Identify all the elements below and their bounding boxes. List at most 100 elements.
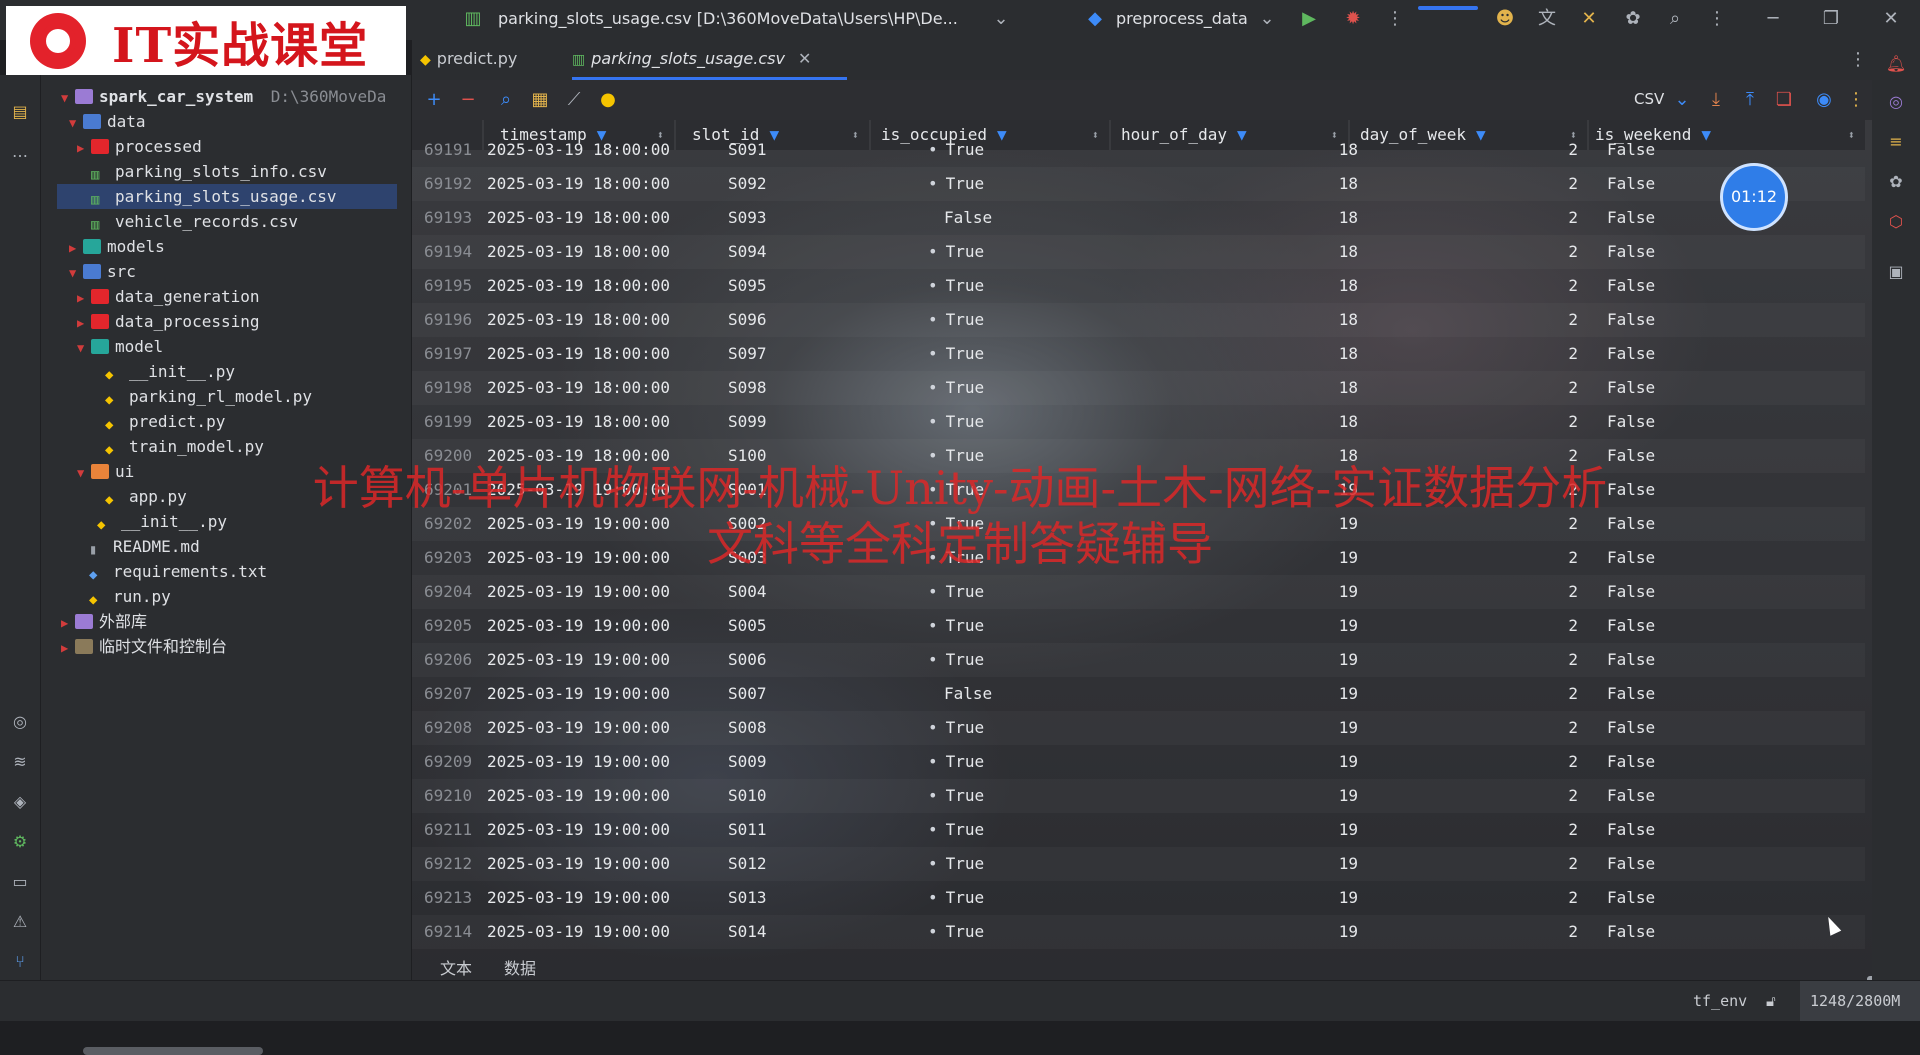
- timestamp-cell[interactable]: 2025-03-19 19:00:00: [487, 541, 670, 575]
- hour-of-day-cell[interactable]: 19: [1322, 881, 1358, 915]
- is-occupied-cell[interactable]: • True: [928, 269, 984, 303]
- timestamp-cell[interactable]: 2025-03-19 19:00:00: [487, 677, 670, 711]
- slot-id-cell[interactable]: S096: [728, 303, 767, 337]
- day-of-week-cell[interactable]: 2: [1562, 541, 1578, 575]
- table-row[interactable]: 69191 2025-03-19 18:00:00 S091 • True 18 2 Fals…: [412, 133, 1865, 167]
- is-weekend-cell[interactable]: False: [1607, 405, 1655, 439]
- search-icon[interactable]: ⌕: [1664, 8, 1686, 30]
- tree-item-model-init[interactable]: ◆ __init__.py: [105, 359, 235, 384]
- slot-id-cell[interactable]: S005: [728, 609, 767, 643]
- chevron-down-icon[interactable]: ⌄: [990, 8, 1012, 30]
- search-icon[interactable]: ⌕: [494, 88, 518, 112]
- row-number-cell[interactable]: 69206: [424, 643, 472, 677]
- day-of-week-cell[interactable]: 2: [1562, 711, 1578, 745]
- terminal-icon[interactable]: ▭: [8, 870, 32, 894]
- hour-of-day-cell[interactable]: 19: [1322, 575, 1358, 609]
- is-occupied-cell[interactable]: • True: [928, 235, 984, 269]
- notifications-icon[interactable]: 🔔︎: [1884, 52, 1908, 76]
- timestamp-cell[interactable]: 2025-03-19 18:00:00: [487, 405, 670, 439]
- is-occupied-cell[interactable]: • True: [928, 847, 984, 881]
- table-row[interactable]: 69207 2025-03-19 19:00:00 S007 False 19 2 Fals…: [412, 677, 1865, 711]
- columns-icon[interactable]: ▦: [528, 88, 552, 112]
- tree-item-vehicle-records[interactable]: ▥ vehicle_records.csv: [91, 209, 298, 234]
- day-of-week-cell[interactable]: 2: [1562, 337, 1578, 371]
- hour-of-day-cell[interactable]: 18: [1322, 337, 1358, 371]
- is-weekend-cell[interactable]: False: [1607, 371, 1655, 405]
- table-row[interactable]: 69210 2025-03-19 19:00:00 S010 • True 19 2 Fals…: [412, 779, 1865, 813]
- is-weekend-cell[interactable]: False: [1607, 133, 1655, 167]
- is-weekend-cell[interactable]: False: [1607, 813, 1655, 847]
- tree-item-ui[interactable]: ▼ ui: [77, 459, 134, 484]
- table-row[interactable]: 69214 2025-03-19 19:00:00 S014 • True 19 2 Fals…: [412, 915, 1865, 949]
- chevron-down-icon[interactable]: ⌄: [1670, 88, 1694, 112]
- row-number-cell[interactable]: 69208: [424, 711, 472, 745]
- tree-item-train-model[interactable]: ◆ train_model.py: [105, 434, 264, 459]
- minimize-icon[interactable]: ─: [1762, 8, 1784, 30]
- table-row[interactable]: 69196 2025-03-19 18:00:00 S096 • True 18 2 Fals…: [412, 303, 1865, 337]
- python-interpreter[interactable]: tf_env: [1693, 992, 1747, 1010]
- tree-item-external-libs[interactable]: ▶ 外部库: [61, 609, 147, 634]
- timestamp-cell[interactable]: 2025-03-19 19:00:00: [487, 643, 670, 677]
- hour-of-day-cell[interactable]: 19: [1322, 745, 1358, 779]
- day-of-week-cell[interactable]: 2: [1562, 643, 1578, 677]
- row-number-cell[interactable]: 69202: [424, 507, 472, 541]
- slot-id-cell[interactable]: S091: [728, 133, 767, 167]
- more-vertical-icon[interactable]: ⋮: [1844, 88, 1868, 112]
- day-of-week-cell[interactable]: 2: [1562, 745, 1578, 779]
- preview-eye-icon[interactable]: ◉: [1812, 88, 1836, 112]
- table-row[interactable]: 69209 2025-03-19 19:00:00 S009 • True 19 2 Fals…: [412, 745, 1865, 779]
- day-of-week-cell[interactable]: 2: [1562, 813, 1578, 847]
- day-of-week-cell[interactable]: 2: [1562, 235, 1578, 269]
- table-row[interactable]: 69200 2025-03-19 18:00:00 S100 • True 18 2 Fals…: [412, 439, 1865, 473]
- remove-row-icon[interactable]: −: [456, 88, 480, 112]
- is-occupied-cell[interactable]: • True: [928, 405, 984, 439]
- is-weekend-cell[interactable]: False: [1607, 201, 1655, 235]
- table-row[interactable]: 69202 2025-03-19 19:00:00 S002 • True 19 2 Fals…: [412, 507, 1865, 541]
- table-row[interactable]: 69201 2025-03-19 19:00:00 S001 • True 19 2 Fals…: [412, 473, 1865, 507]
- is-occupied-cell[interactable]: • True: [928, 915, 984, 949]
- structure-icon[interactable]: ▣: [1884, 260, 1908, 284]
- table-row[interactable]: 69208 2025-03-19 19:00:00 S008 • True 19 2 Fals…: [412, 711, 1865, 745]
- table-row[interactable]: 69198 2025-03-19 18:00:00 S098 • True 18 2 Fals…: [412, 371, 1865, 405]
- hour-of-day-cell[interactable]: 19: [1322, 677, 1358, 711]
- timestamp-cell[interactable]: 2025-03-19 19:00:00: [487, 711, 670, 745]
- is-occupied-cell[interactable]: False: [944, 201, 992, 235]
- tab-predict-py[interactable]: ◆ predict.py: [420, 49, 517, 68]
- slot-id-cell[interactable]: S011: [728, 813, 767, 847]
- export-icon[interactable]: ⤒: [1738, 88, 1762, 112]
- is-occupied-cell[interactable]: • True: [928, 779, 984, 813]
- is-weekend-cell[interactable]: False: [1607, 541, 1655, 575]
- day-of-week-cell[interactable]: 2: [1562, 915, 1578, 949]
- table-row[interactable]: 69193 2025-03-19 18:00:00 S093 False 18 2 Fals…: [412, 201, 1865, 235]
- hour-of-day-cell[interactable]: 18: [1322, 303, 1358, 337]
- ai-assistant-icon[interactable]: ◎: [1884, 90, 1908, 114]
- row-number-cell[interactable]: 69198: [424, 371, 472, 405]
- row-number-cell[interactable]: 69191: [424, 133, 472, 167]
- hour-of-day-cell[interactable]: 19: [1322, 847, 1358, 881]
- timestamp-cell[interactable]: 2025-03-19 19:00:00: [487, 779, 670, 813]
- tree-item-scratches[interactable]: ▶ 临时文件和控制台: [61, 634, 227, 659]
- is-weekend-cell[interactable]: False: [1607, 915, 1655, 949]
- is-weekend-cell[interactable]: False: [1607, 575, 1655, 609]
- is-weekend-cell[interactable]: False: [1607, 507, 1655, 541]
- is-weekend-cell[interactable]: False: [1607, 439, 1655, 473]
- is-occupied-cell[interactable]: • True: [928, 473, 984, 507]
- is-occupied-cell[interactable]: • True: [928, 167, 984, 201]
- collaboration-icon[interactable]: ☻: [1494, 8, 1516, 30]
- timestamp-cell[interactable]: 2025-03-19 18:00:00: [487, 269, 670, 303]
- is-weekend-cell[interactable]: False: [1607, 881, 1655, 915]
- table-row[interactable]: 69212 2025-03-19 19:00:00 S012 • True 19 2 Fals…: [412, 847, 1865, 881]
- layers-icon[interactable]: ◈: [8, 790, 32, 814]
- timestamp-cell[interactable]: 2025-03-19 19:00:00: [487, 915, 670, 949]
- row-number-cell[interactable]: 69204: [424, 575, 472, 609]
- tab-text-view[interactable]: 文本: [440, 955, 472, 979]
- hour-of-day-cell[interactable]: 18: [1322, 405, 1358, 439]
- table-row[interactable]: 69195 2025-03-19 18:00:00 S095 • True 18 2 Fals…: [412, 269, 1865, 303]
- slot-id-cell[interactable]: S098: [728, 371, 767, 405]
- highlight-icon[interactable]: ●: [596, 88, 620, 112]
- table-row[interactable]: 69194 2025-03-19 18:00:00 S094 • True 18 2 Fals…: [412, 235, 1865, 269]
- row-number-cell[interactable]: 69195: [424, 269, 472, 303]
- hour-of-day-cell[interactable]: 19: [1322, 643, 1358, 677]
- is-weekend-cell[interactable]: False: [1607, 779, 1655, 813]
- slot-id-cell[interactable]: S001: [728, 473, 767, 507]
